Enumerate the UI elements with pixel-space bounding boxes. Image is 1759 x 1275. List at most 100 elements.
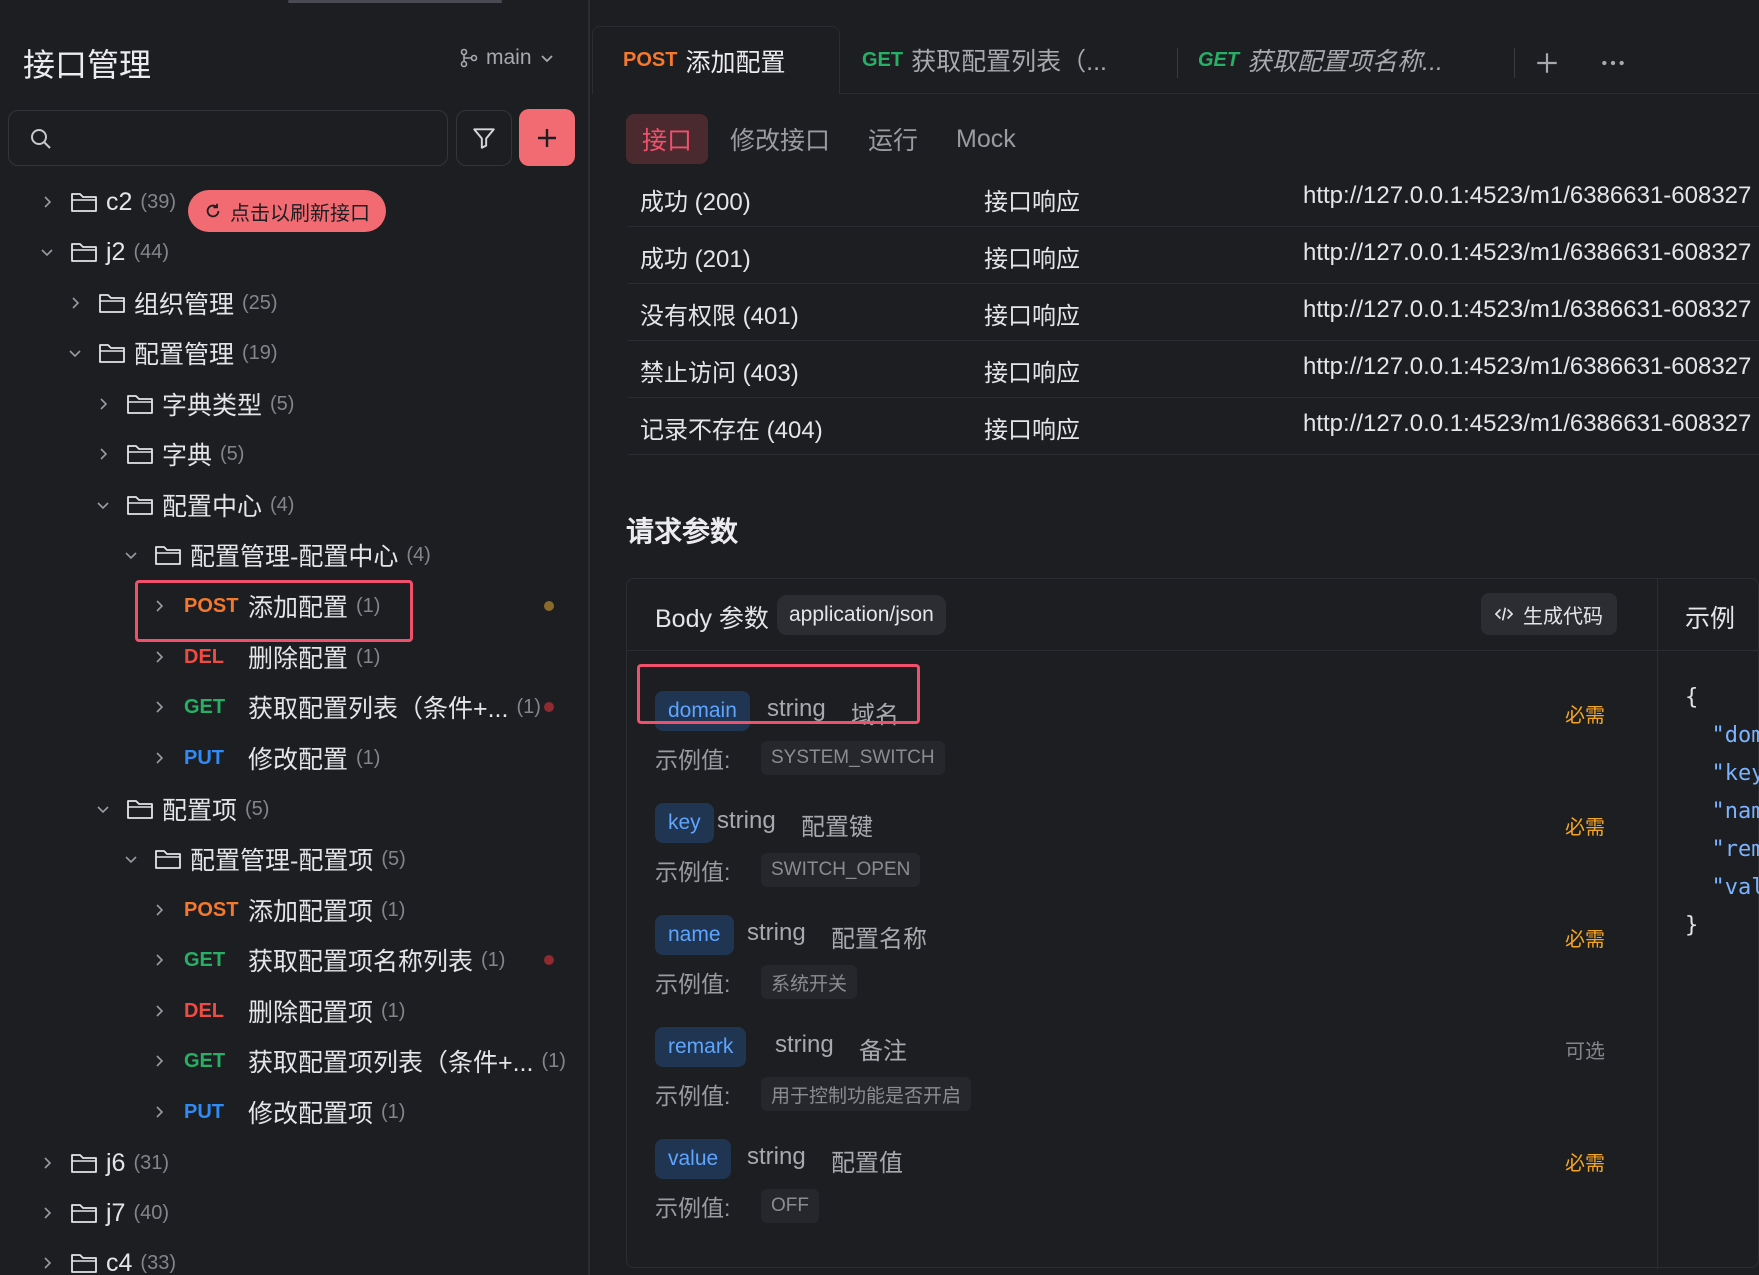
tab-add-config[interactable]: POST 添加配置 <box>592 26 840 94</box>
tree-folder[interactable]: 配置中心 (4) <box>0 481 588 529</box>
item-count: (1) <box>381 999 406 1022</box>
chevron-down-icon[interactable] <box>124 548 138 562</box>
param-name[interactable]: remark <box>655 1027 747 1067</box>
folder-icon <box>155 850 181 869</box>
item-count: (31) <box>133 1151 170 1174</box>
response-row[interactable]: 没有权限 (401) 接口响应 http://127.0.0.1:4523/m1/6… <box>628 284 1759 341</box>
response-url[interactable]: http://127.0.0.1:4523/m1/6386631-608327 <box>1303 239 1751 267</box>
folder-icon <box>71 243 97 262</box>
method-badge: GET <box>184 695 226 718</box>
response-url[interactable]: http://127.0.0.1:4523/m1/6386631-608327 <box>1303 182 1751 210</box>
response-url[interactable]: http://127.0.0.1:4523/m1/6386631-608327 <box>1303 410 1751 438</box>
branch-selector[interactable]: main <box>460 46 554 70</box>
response-url[interactable]: http://127.0.0.1:4523/m1/6386631-608327 <box>1303 296 1751 324</box>
chevron-right-icon[interactable] <box>152 751 166 765</box>
chevron-right-icon[interactable] <box>40 1256 54 1270</box>
response-row[interactable]: 禁止访问 (403) 接口响应 http://127.0.0.1:4523/m1/6… <box>628 341 1759 398</box>
tree-folder[interactable]: 配置管理 (19) <box>0 329 588 377</box>
tree-folder[interactable]: j2 (44) <box>0 228 588 276</box>
tab-get-config-list[interactable]: GET 获取配置列表（... <box>862 26 1107 94</box>
tree-endpoint[interactable]: GET 获取配置项列表（条件+... (1) <box>0 1037 588 1085</box>
param-name[interactable]: name <box>655 915 734 955</box>
json-example-code: { "dom "key "nam "rem "val} <box>1685 679 1759 945</box>
content-type-badge[interactable]: application/json <box>777 595 946 635</box>
tree-folder[interactable]: c4 (33) <box>0 1239 588 1275</box>
body-param: value string 配置值 必需 示例值: OFF <box>655 1139 1605 1239</box>
chevron-down-icon[interactable] <box>124 852 138 866</box>
param-name[interactable]: domain <box>655 691 750 731</box>
chevron-down-icon[interactable] <box>96 802 110 816</box>
chevron-right-icon[interactable] <box>68 296 82 310</box>
tab-divider <box>1177 48 1178 78</box>
tree-endpoint[interactable]: DEL 删除配置 (1) <box>0 633 588 681</box>
response-type: 接口响应 <box>984 303 1080 330</box>
tree-folder[interactable]: 字典 (5) <box>0 430 588 478</box>
tree-endpoint[interactable]: PUT 修改配置项 (1) <box>0 1088 588 1136</box>
param-name[interactable]: key <box>655 803 714 843</box>
chevron-right-icon[interactable] <box>152 650 166 664</box>
tree-folder[interactable]: 配置项 (5) <box>0 785 588 833</box>
tree-endpoint[interactable]: GET 获取配置项名称列表 (1) <box>0 936 588 984</box>
item-count: (1) <box>356 645 381 668</box>
tree-folder[interactable]: 字典类型 (5) <box>0 380 588 428</box>
chevron-right-icon[interactable] <box>96 447 110 461</box>
param-name[interactable]: value <box>655 1139 732 1179</box>
response-row[interactable]: 成功 (200) 接口响应 http://127.0.0.1:4523/m1/638… <box>628 170 1759 227</box>
chevron-down-icon[interactable] <box>68 346 82 360</box>
subtab-edit-api[interactable]: 修改接口 <box>714 114 846 164</box>
tree-endpoint[interactable]: POST 添加配置项 (1) <box>0 886 588 934</box>
method-badge: POST <box>184 594 239 617</box>
api-sidebar: 接口管理 main c2 (39) j2 (44) 组织管理 (25) 配置管理 (19) 字典… <box>0 0 590 1275</box>
chevron-right-icon[interactable] <box>152 700 166 714</box>
chevron-right-icon[interactable] <box>152 599 166 613</box>
generate-code-button[interactable]: 生成代码 <box>1481 593 1617 635</box>
tree-folder[interactable]: j6 (31) <box>0 1139 588 1187</box>
more-icon[interactable] <box>1600 50 1626 76</box>
tree-folder[interactable]: 配置管理-配置项 (5) <box>0 835 588 883</box>
chevron-down-icon[interactable] <box>40 245 54 259</box>
chevron-right-icon[interactable] <box>40 1156 54 1170</box>
chevron-right-icon[interactable] <box>152 903 166 917</box>
chevron-right-icon[interactable] <box>40 195 54 209</box>
code-line: } <box>1685 913 1699 938</box>
response-row[interactable]: 成功 (201) 接口响应 http://127.0.0.1:4523/m1/638… <box>628 227 1759 284</box>
folder-name: j2 <box>106 237 126 266</box>
subtab-run[interactable]: 运行 <box>852 114 934 164</box>
chevron-right-icon[interactable] <box>152 953 166 967</box>
status-dot <box>544 955 554 965</box>
subtab-api[interactable]: 接口 <box>626 114 709 164</box>
response-row[interactable]: 记录不存在 (404) 接口响应 http://127.0.0.1:4523/m1/… <box>628 398 1759 455</box>
tab-get-config-item-names[interactable]: GET 获取配置项名称... <box>1198 26 1443 94</box>
item-count: (1) <box>516 695 541 718</box>
response-name: 成功 (201) <box>640 246 751 273</box>
chevron-down-icon[interactable] <box>96 498 110 512</box>
tree-endpoint[interactable]: DEL 删除配置项 (1) <box>0 987 588 1035</box>
endpoint-name: 修改配置项 <box>248 1100 374 1128</box>
tree-folder[interactable]: 组织管理 (25) <box>0 279 588 327</box>
chevron-right-icon[interactable] <box>152 1105 166 1119</box>
chevron-right-icon[interactable] <box>96 397 110 411</box>
filter-button[interactable] <box>456 110 512 166</box>
code-icon <box>1495 607 1513 621</box>
refresh-api-button[interactable]: 点击以刷新接口 <box>188 190 386 232</box>
tab-label: 添加配置 <box>685 48 786 77</box>
subtab-mock[interactable]: Mock <box>940 114 1032 164</box>
param-desc: 配置名称 <box>831 926 927 953</box>
chevron-right-icon[interactable] <box>152 1054 166 1068</box>
tree-endpoint[interactable]: POST 添加配置 (1) <box>0 582 588 630</box>
tree-folder[interactable]: 配置管理-配置中心 (4) <box>0 531 588 579</box>
body-params-panel: Body 参数 application/json 生成代码 示例 domain s… <box>626 578 1759 1269</box>
new-tab-icon[interactable] <box>1534 50 1560 76</box>
response-url[interactable]: http://127.0.0.1:4523/m1/6386631-608327 <box>1303 353 1751 381</box>
chevron-right-icon[interactable] <box>152 1004 166 1018</box>
search-input[interactable] <box>8 110 448 166</box>
tree-folder[interactable]: j7 (40) <box>0 1189 588 1237</box>
response-type: 接口响应 <box>984 360 1080 387</box>
request-params-title: 请求参数 <box>626 516 739 547</box>
param-required: 可选 <box>1565 1041 1605 1063</box>
endpoint-name: 删除配置项 <box>248 999 374 1027</box>
add-button[interactable] <box>519 109 575 166</box>
tree-endpoint[interactable]: PUT 修改配置 (1) <box>0 734 588 782</box>
chevron-right-icon[interactable] <box>40 1206 54 1220</box>
tree-endpoint[interactable]: GET 获取配置列表（条件+... (1) <box>0 683 588 731</box>
